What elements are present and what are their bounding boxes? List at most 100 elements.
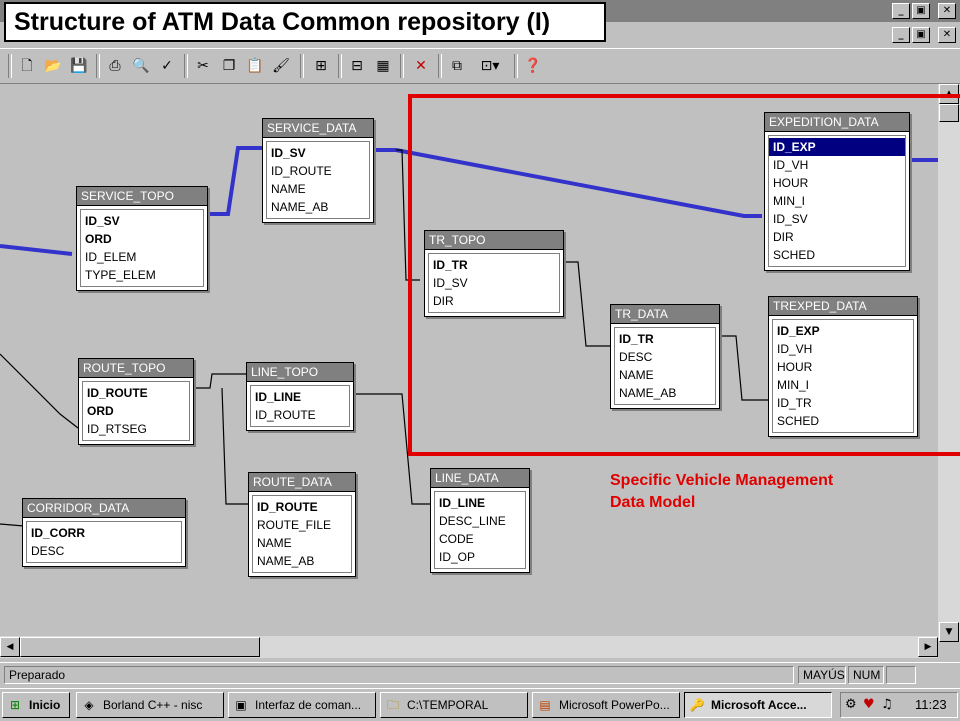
table-title[interactable]: SERVICE_TOPO <box>77 187 207 206</box>
toolbar-separator <box>514 54 518 78</box>
table-corridor-data[interactable]: CORRIDOR_DATA ID_CORR DESC <box>22 498 186 567</box>
field-ord[interactable]: ORD <box>81 230 203 248</box>
field-ord[interactable]: ORD <box>83 402 189 420</box>
field-id-sv[interactable]: ID_SV <box>267 144 369 162</box>
field-code[interactable]: CODE <box>435 530 525 548</box>
caption-line-2: Data Model <box>610 494 696 511</box>
caps-indicator: MAYÚS <box>798 666 846 684</box>
field-desc[interactable]: DESC <box>27 542 181 560</box>
field-id-route[interactable]: ID_ROUTE <box>253 498 351 516</box>
table-line-topo[interactable]: LINE_TOPO ID_LINE ID_ROUTE <box>246 362 354 431</box>
hscroll-thumb[interactable] <box>20 637 260 657</box>
start-button[interactable]: ⊞ Inicio <box>2 692 70 718</box>
tray-network-icon[interactable]: ⚙ <box>845 697 857 712</box>
table-service-data[interactable]: SERVICE_DATA ID_SV ID_ROUTE NAME NAME_AB <box>262 118 374 223</box>
table-title[interactable]: LINE_DATA <box>431 469 529 488</box>
print-icon[interactable]: ⎙ <box>104 55 126 77</box>
table-route-data[interactable]: ROUTE_DATA ID_ROUTE ROUTE_FILE NAME NAME… <box>248 472 356 577</box>
scroll-right-button[interactable]: ▶ <box>918 637 938 657</box>
field-id-line[interactable]: ID_LINE <box>251 388 349 406</box>
doc-restore-button[interactable]: ▣ <box>912 27 930 43</box>
delete-icon[interactable]: ✕ <box>410 55 432 77</box>
tray-shield-icon[interactable]: ♥ <box>863 697 875 712</box>
powerpoint-icon: ▤ <box>539 698 551 712</box>
clock: 11:23 <box>915 697 947 712</box>
start-label: Inicio <box>29 698 61 712</box>
relation-line <box>0 353 79 429</box>
minimize-button[interactable]: _ <box>892 3 910 19</box>
new-object-icon[interactable]: ⊡▾ <box>472 55 508 77</box>
toolbar-grip <box>8 54 12 78</box>
scroll-left-button[interactable]: ◀ <box>0 637 20 657</box>
task-label: Interfaz de coman... <box>255 698 362 712</box>
field-id-route[interactable]: ID_ROUTE <box>251 406 349 424</box>
highlight-box <box>408 94 960 456</box>
status-text: Preparado <box>4 666 794 684</box>
field-id-rtseg[interactable]: ID_RTSEG <box>83 420 189 438</box>
field-name-ab[interactable]: NAME_AB <box>253 552 351 570</box>
toolbar-separator <box>338 54 342 78</box>
save-icon[interactable]: 💾 <box>68 55 90 77</box>
task-borland[interactable]: ◈ Borland C++ - nisc <box>76 692 224 718</box>
field-name-ab[interactable]: NAME_AB <box>267 198 369 216</box>
doc-minimize-button[interactable]: _ <box>892 27 910 43</box>
relation-line <box>204 146 262 216</box>
doc-close-button[interactable]: ✕ <box>938 27 956 43</box>
status-bar: Preparado MAYÚS NUM <box>0 662 960 687</box>
toolbar-separator <box>96 54 100 78</box>
table-title[interactable]: CORRIDOR_DATA <box>23 499 185 518</box>
table-title[interactable]: ROUTE_DATA <box>249 473 355 492</box>
toolbar-separator <box>300 54 304 78</box>
folder-icon: 🗀 <box>386 698 399 712</box>
field-name[interactable]: NAME <box>267 180 369 198</box>
relation-line <box>0 523 25 527</box>
table-title[interactable]: ROUTE_TOPO <box>79 359 193 378</box>
task-powerpoint[interactable]: ▤ Microsoft PowerPo... <box>532 692 680 718</box>
toolbar-separator <box>438 54 442 78</box>
field-desc-line[interactable]: DESC_LINE <box>435 512 525 530</box>
show-direct-icon[interactable]: ⊟ <box>346 55 368 77</box>
borland-icon: ◈ <box>84 698 94 712</box>
spelling-icon[interactable]: ✓ <box>156 55 178 77</box>
toolbar-separator <box>400 54 404 78</box>
task-access[interactable]: 🔑 Microsoft Acce... <box>684 692 832 718</box>
field-route-file[interactable]: ROUTE_FILE <box>253 516 351 534</box>
num-indicator: NUM <box>848 666 884 684</box>
relation-line <box>194 373 246 389</box>
new-icon[interactable]: 🗋 <box>16 55 38 77</box>
format-painter-icon[interactable]: 🖌 <box>270 55 292 77</box>
field-name[interactable]: NAME <box>253 534 351 552</box>
field-id-line[interactable]: ID_LINE <box>435 494 525 512</box>
table-service-topo[interactable]: SERVICE_TOPO ID_SV ORD ID_ELEM TYPE_ELEM <box>76 186 208 291</box>
table-title[interactable]: LINE_TOPO <box>247 363 353 382</box>
field-id-corr[interactable]: ID_CORR <box>27 524 181 542</box>
copy-icon[interactable]: ❐ <box>218 55 240 77</box>
maximize-button[interactable]: ▣ <box>912 3 930 19</box>
field-id-op[interactable]: ID_OP <box>435 548 525 566</box>
task-label: C:\TEMPORAL <box>407 698 489 712</box>
help-icon[interactable]: ❓ <box>522 55 544 77</box>
field-id-sv[interactable]: ID_SV <box>81 212 203 230</box>
field-type-elem[interactable]: TYPE_ELEM <box>81 266 203 284</box>
field-id-elem[interactable]: ID_ELEM <box>81 248 203 266</box>
tray-speaker-icon[interactable]: ♫ <box>881 697 893 712</box>
scroll-down-button[interactable]: ▼ <box>939 622 959 642</box>
console-icon: ▣ <box>235 698 247 712</box>
show-all-icon[interactable]: ▦ <box>372 55 394 77</box>
field-id-route[interactable]: ID_ROUTE <box>83 384 189 402</box>
task-folder[interactable]: 🗀 C:\TEMPORAL <box>380 692 528 718</box>
table-route-topo[interactable]: ROUTE_TOPO ID_ROUTE ORD ID_RTSEG <box>78 358 194 445</box>
task-console[interactable]: ▣ Interfaz de coman... <box>228 692 376 718</box>
open-icon[interactable]: 📂 <box>42 55 64 77</box>
horizontal-scrollbar[interactable]: ◀ ▶ <box>0 636 938 658</box>
paste-icon[interactable]: 📋 <box>244 55 266 77</box>
table-line-data[interactable]: LINE_DATA ID_LINE DESC_LINE CODE ID_OP <box>430 468 530 573</box>
close-button[interactable]: ✕ <box>938 3 956 19</box>
taskbar: ⊞ Inicio ◈ Borland C++ - nisc ▣ Interfaz… <box>0 688 960 721</box>
add-table-icon[interactable]: ⊞ <box>310 55 332 77</box>
table-title[interactable]: SERVICE_DATA <box>263 119 373 138</box>
relationships-icon[interactable]: ⧉ <box>446 55 468 77</box>
field-id-route[interactable]: ID_ROUTE <box>267 162 369 180</box>
print-preview-icon[interactable]: 🔍 <box>130 55 152 77</box>
cut-icon[interactable]: ✂ <box>192 55 214 77</box>
